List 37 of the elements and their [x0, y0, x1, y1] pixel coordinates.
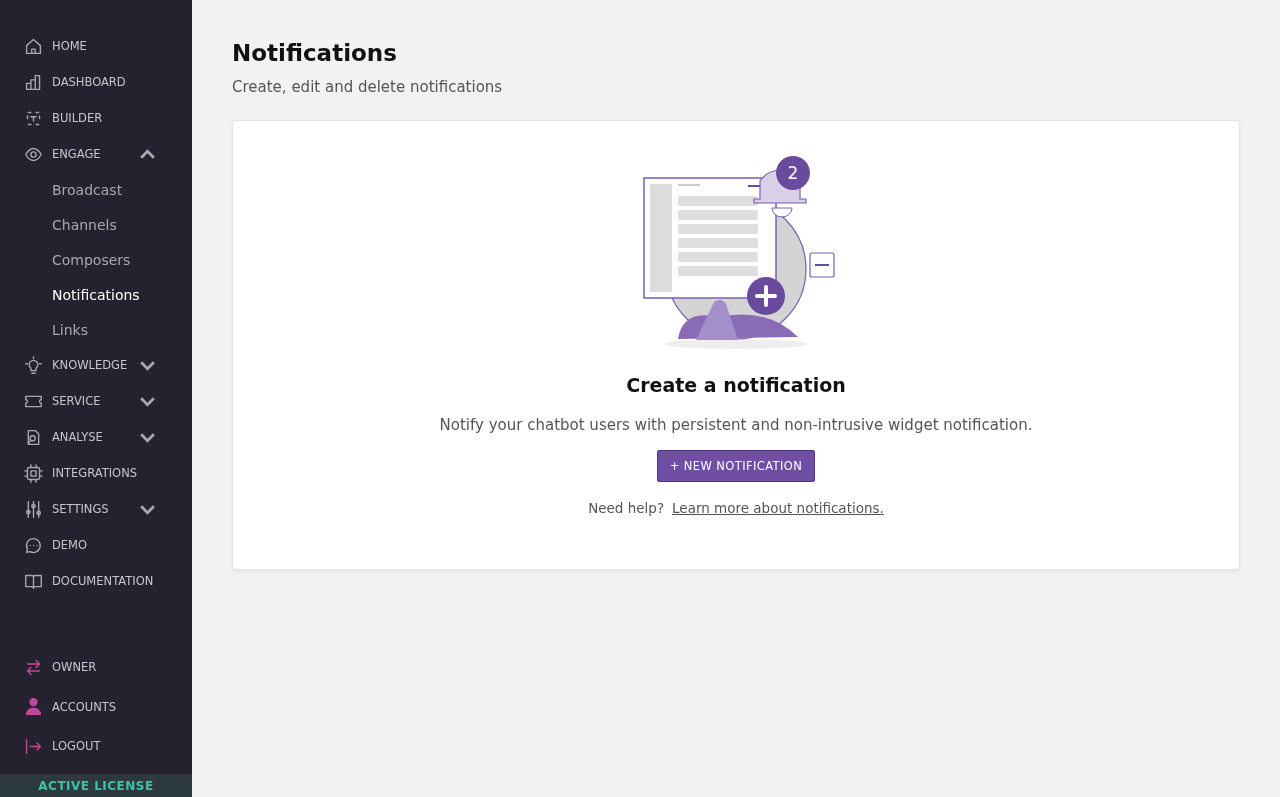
nav-item[interactable]: DASHBOARD — [0, 64, 192, 100]
page-title: Notifications — [232, 40, 398, 66]
nav-item[interactable]: HOME — [0, 28, 192, 64]
nav-item[interactable]: ENGAGE — [0, 136, 192, 172]
nav-subitem[interactable]: Broadcast — [0, 172, 192, 207]
nav-subitem[interactable]: Channels — [0, 207, 192, 242]
bar-chart-icon — [24, 72, 43, 92]
lightbulb-icon — [24, 355, 43, 375]
nav-subitem[interactable]: Composers — [0, 242, 192, 277]
nav-item[interactable]: INTEGRATIONS — [0, 455, 192, 491]
sliders-icon — [24, 499, 43, 519]
nav-item[interactable]: OWNER — [0, 647, 192, 687]
nav-item[interactable]: SERVICE — [0, 383, 192, 419]
nav-item[interactable]: ANALYSE — [0, 419, 192, 455]
chat-bubble-icon — [24, 535, 43, 555]
license-status: ACTIVE LICENSE — [0, 774, 192, 797]
nav-item[interactable]: SETTINGS — [0, 491, 192, 527]
chip-icon — [24, 463, 43, 483]
nav-subitem[interactable]: Notifications — [0, 277, 192, 312]
person-icon — [24, 697, 43, 717]
nav-item[interactable]: KNOWLEDGE — [0, 347, 192, 383]
nav-item[interactable]: DOCUMENTATION — [0, 563, 192, 599]
empty-state-heading: Create a notification — [626, 374, 846, 396]
nav-subitem[interactable]: Links — [0, 312, 192, 347]
page-subtitle: Create, edit and delete notifications — [232, 78, 504, 96]
nav-item[interactable]: LOGOUT — [0, 726, 192, 766]
swap-arrows-icon — [24, 657, 43, 677]
nav-item[interactable]: ACCOUNTS — [0, 687, 192, 727]
new-notification-button[interactable]: + NEW NOTIFICATION — [656, 450, 816, 482]
learn-more-link[interactable]: Learn more about notifications. — [672, 500, 884, 516]
home-icon — [24, 36, 43, 56]
help-text: Need help? — [588, 500, 665, 516]
nav-item[interactable]: DEMO — [0, 527, 192, 563]
count-badge: 2 — [776, 156, 810, 190]
empty-state-description: Notify your chatbot users with persistent and non-intrusive widget notification. — [439, 416, 1033, 434]
nav-item[interactable]: BUILDER — [0, 100, 192, 136]
logout-arrow-icon — [24, 736, 43, 756]
